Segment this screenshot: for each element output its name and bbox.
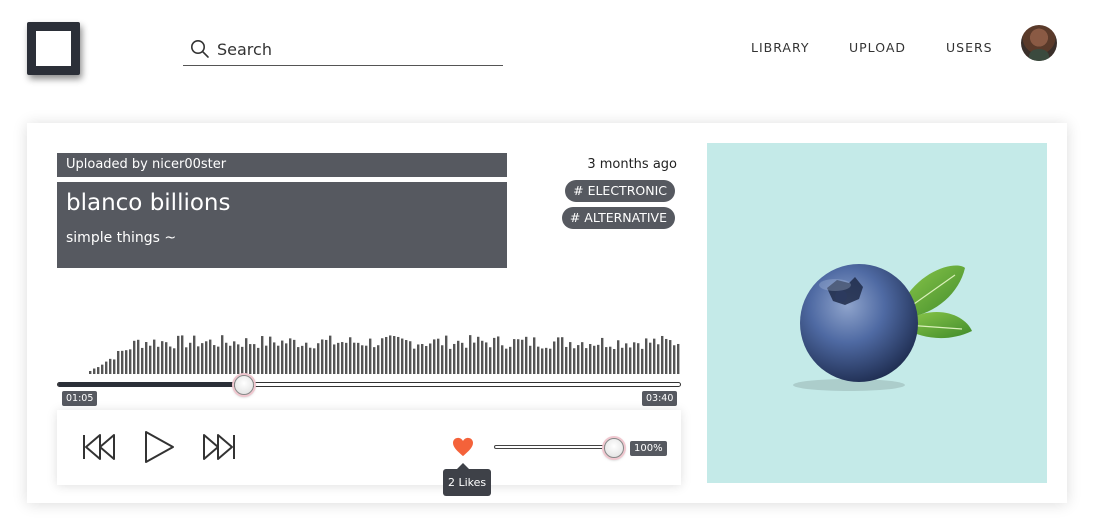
play-icon[interactable] bbox=[141, 429, 177, 465]
previous-icon[interactable] bbox=[81, 429, 117, 465]
nav-library[interactable]: LIBRARY bbox=[751, 40, 809, 55]
tag-alternative[interactable]: # ALTERNATIVE bbox=[561, 207, 675, 229]
next-icon[interactable] bbox=[201, 429, 237, 465]
waveform[interactable] bbox=[89, 330, 681, 374]
current-time: 01:05 bbox=[62, 391, 98, 406]
progress-knob[interactable] bbox=[234, 375, 255, 395]
volume-value: 100% bbox=[630, 441, 667, 456]
app-logo[interactable] bbox=[27, 22, 80, 75]
search-icon bbox=[191, 40, 209, 58]
duration: 03:40 bbox=[642, 391, 678, 406]
blueberry-image bbox=[793, 264, 972, 391]
nav-users[interactable]: USERS bbox=[946, 40, 993, 55]
likes-tooltip: 2 Likes bbox=[443, 463, 492, 496]
volume-slider[interactable] bbox=[494, 445, 622, 449]
album-art bbox=[707, 143, 1047, 483]
track-title: blanco billions bbox=[66, 190, 231, 216]
tag-electronic[interactable]: # ELECTRONIC bbox=[565, 180, 675, 202]
uploaded-by-label[interactable]: Uploaded by nicer00ster bbox=[57, 153, 507, 177]
track-card: Uploaded by nicer00ster blanco billions … bbox=[27, 123, 1067, 503]
nav-upload[interactable]: UPLOAD bbox=[849, 40, 906, 55]
upload-time: 3 months ago bbox=[587, 157, 677, 172]
track-title-box: blanco billions simple things ~ bbox=[57, 182, 507, 268]
search-bar bbox=[183, 32, 503, 66]
progress-fill bbox=[58, 382, 246, 387]
user-avatar[interactable] bbox=[1021, 25, 1057, 61]
track-subtitle: simple things ~ bbox=[66, 230, 177, 246]
progress-bar[interactable] bbox=[57, 382, 681, 387]
player-controls: 2 Likes 100% bbox=[57, 410, 681, 496]
volume-knob[interactable] bbox=[604, 438, 624, 458]
search-input[interactable] bbox=[217, 35, 497, 63]
heart-icon[interactable] bbox=[452, 437, 474, 457]
